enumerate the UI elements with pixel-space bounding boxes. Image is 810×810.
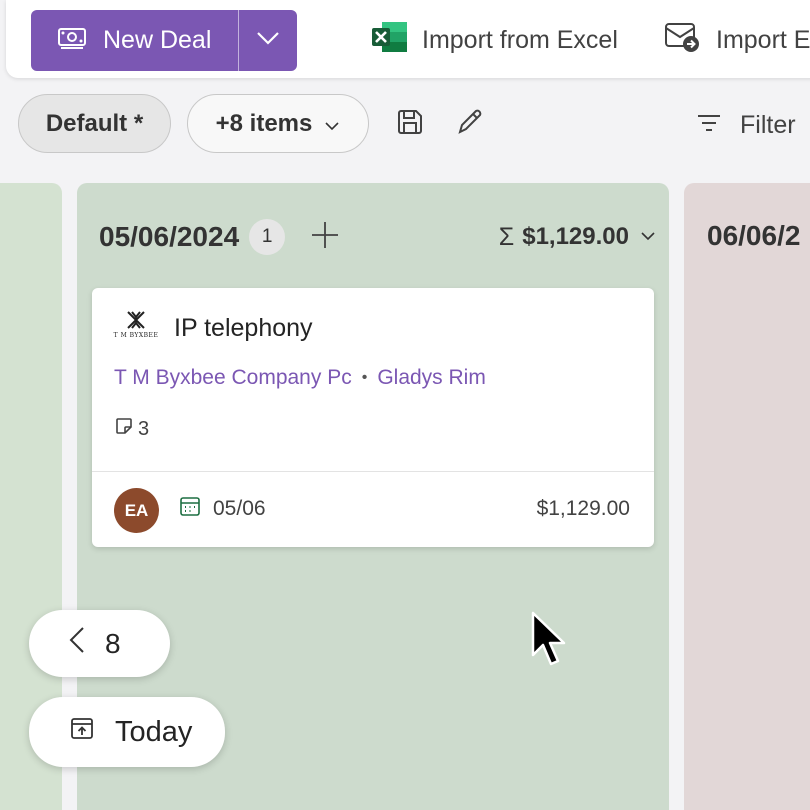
new-deal-label: New Deal <box>103 26 212 54</box>
new-deal-button[interactable]: New Deal <box>31 10 238 71</box>
filter-button[interactable]: Filter <box>696 104 796 146</box>
chevron-down-icon <box>641 228 655 246</box>
save-view-button[interactable] <box>390 104 430 144</box>
plus-icon <box>310 220 340 255</box>
email-import-icon <box>664 20 702 61</box>
sigma-icon: Σ <box>498 222 515 251</box>
today-icon <box>69 715 95 749</box>
import-from-excel-button[interactable]: Import from Excel <box>372 10 618 71</box>
card-divider <box>92 471 654 472</box>
column-date: 05/06/2024 <box>99 221 240 252</box>
chevron-left-icon <box>69 626 85 661</box>
calendar-icon <box>179 495 201 523</box>
view-name-label: Default * <box>45 109 144 137</box>
chevron-down-icon <box>256 31 280 50</box>
filter-label: Filter <box>740 110 796 139</box>
notes-count: 3 <box>138 417 150 440</box>
column-header: 05/06/2024 1 <box>99 216 341 258</box>
import-from-email-button[interactable]: Import E <box>664 10 810 71</box>
column-total-dropdown[interactable]: Σ $1,129.00 <box>499 216 655 258</box>
today-button[interactable]: Today <box>29 697 225 767</box>
deal-title: IP telephony <box>174 314 313 342</box>
note-icon <box>114 416 134 442</box>
deal-links: T M Byxbee Company Pc • Gladys Rim <box>114 366 486 390</box>
more-items-dropdown[interactable]: +8 items <box>187 94 369 153</box>
board-column-next: 06/06/2 <box>684 183 810 810</box>
new-deal-split-button: New Deal <box>31 10 297 71</box>
edit-icon <box>454 106 486 143</box>
owner-avatar[interactable]: EA <box>114 488 159 533</box>
import-from-excel-label: Import from Excel <box>422 26 618 54</box>
previous-columns-count: 8 <box>105 627 121 659</box>
due-date: 05/06 <box>179 495 266 523</box>
company-logo-text: T M BYXBEE <box>113 332 159 339</box>
filter-icon <box>696 111 722 140</box>
separator-dot: • <box>361 369 368 386</box>
view-selector-default[interactable]: Default * <box>18 94 171 153</box>
notes-indicator: 3 <box>114 416 149 442</box>
column-count-badge: 1 <box>249 219 286 255</box>
column-total: $1,129.00 <box>522 223 629 250</box>
add-deal-button[interactable] <box>309 221 341 253</box>
edit-view-button[interactable] <box>450 104 490 144</box>
deal-card[interactable]: T M BYXBEE IP telephony T M Byxbee Compa… <box>92 288 654 547</box>
money-icon <box>57 26 87 55</box>
contact-link[interactable]: Gladys Rim <box>377 366 486 390</box>
company-logo: T M BYXBEE <box>113 310 159 348</box>
column-date: 06/06/2 <box>707 220 801 251</box>
excel-icon <box>372 21 408 60</box>
import-from-email-label: Import E <box>716 26 810 54</box>
previous-columns-button[interactable]: 8 <box>29 610 170 677</box>
more-items-label: +8 items <box>215 109 313 137</box>
deal-amount: $1,129.00 <box>536 497 630 520</box>
due-date-label: 05/06 <box>213 497 266 520</box>
mouse-cursor <box>530 610 568 673</box>
company-link[interactable]: T M Byxbee Company Pc <box>114 366 352 390</box>
today-label: Today <box>115 715 193 748</box>
new-deal-dropdown-button[interactable] <box>239 10 297 71</box>
save-icon <box>395 107 425 142</box>
chevron-down-icon <box>324 110 340 138</box>
